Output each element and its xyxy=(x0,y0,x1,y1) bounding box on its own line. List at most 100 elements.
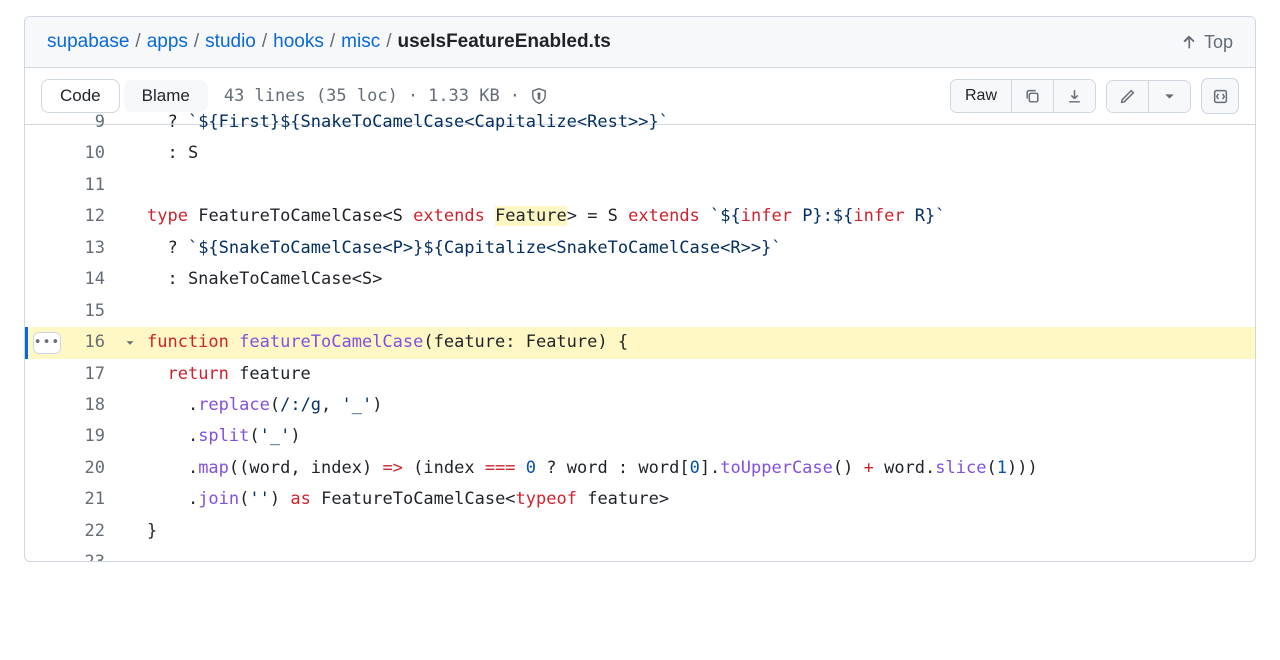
code-row: 17 return feature xyxy=(25,359,1255,390)
gutter-actions xyxy=(25,170,69,201)
code-area[interactable]: 9 ? `${First}${SnakeToCamelCase<Capitali… xyxy=(25,107,1255,561)
fold-gutter[interactable] xyxy=(119,327,141,358)
breadcrumb-link[interactable]: apps xyxy=(147,31,188,53)
code-content[interactable]: : SnakeToCamelCase<S> xyxy=(141,264,1255,295)
code-row: 21 .join('') as FeatureToCamelCase<typeo… xyxy=(25,484,1255,515)
line-number[interactable]: 18 xyxy=(69,390,119,421)
breadcrumb-bar: supabase / apps / studio / hooks / misc … xyxy=(25,17,1255,68)
fold-gutter xyxy=(119,264,141,295)
gutter-actions xyxy=(25,296,69,327)
breadcrumb-link[interactable]: supabase xyxy=(47,31,129,53)
breadcrumb: supabase / apps / studio / hooks / misc … xyxy=(47,31,611,53)
fold-gutter xyxy=(119,107,141,138)
breadcrumb-sep: / xyxy=(330,31,335,53)
shield-icon[interactable] xyxy=(530,87,548,105)
code-row: 16 function featureToCamelCase(feature: F… xyxy=(25,327,1255,358)
code-row: 14 : SnakeToCamelCase<S> xyxy=(25,264,1255,295)
breadcrumb-link[interactable]: hooks xyxy=(273,31,324,53)
code-content[interactable]: type FeatureToCamelCase<S extends Featur… xyxy=(141,201,1255,232)
line-number[interactable]: 19 xyxy=(69,421,119,452)
symbols-icon xyxy=(1212,88,1229,105)
breadcrumb-sep: / xyxy=(262,31,267,53)
line-number[interactable]: 15 xyxy=(69,296,119,327)
gutter-actions xyxy=(25,421,69,452)
top-link-label: Top xyxy=(1204,32,1233,53)
code-row: 9 ? `${First}${SnakeToCamelCase<Capitali… xyxy=(25,107,1255,138)
code-content[interactable] xyxy=(141,547,1255,561)
code-content[interactable]: .split('_') xyxy=(141,421,1255,452)
code-content[interactable] xyxy=(141,296,1255,327)
dot-sep: · xyxy=(408,86,418,106)
code-row: 20 .map((word, index) => (index === 0 ? … xyxy=(25,453,1255,484)
line-number[interactable]: 12 xyxy=(69,201,119,232)
code-row: 11 xyxy=(25,170,1255,201)
line-number[interactable]: 9 xyxy=(69,107,119,138)
line-number[interactable]: 11 xyxy=(69,170,119,201)
code-row: 18 .replace(/:/g, '_') xyxy=(25,390,1255,421)
gutter-actions xyxy=(25,233,69,264)
chevron-down-icon xyxy=(123,336,137,350)
file-lines: 43 lines (35 loc) xyxy=(224,86,398,106)
code-row: 13 ? `${SnakeToCamelCase<P>}${Capitalize… xyxy=(25,233,1255,264)
line-number[interactable]: 21 xyxy=(69,484,119,515)
code-content[interactable]: ? `${First}${SnakeToCamelCase<Capitalize… xyxy=(141,107,1255,138)
gutter-actions xyxy=(25,453,69,484)
code-content[interactable]: } xyxy=(141,516,1255,547)
code-row: 10 : S xyxy=(25,138,1255,169)
line-number[interactable]: 17 xyxy=(69,359,119,390)
code-content[interactable]: return feature xyxy=(141,359,1255,390)
line-number[interactable]: 10 xyxy=(69,138,119,169)
copy-icon xyxy=(1024,88,1041,105)
fold-gutter xyxy=(119,421,141,452)
gutter-actions xyxy=(25,516,69,547)
arrow-up-icon xyxy=(1180,33,1198,51)
line-number[interactable]: 13 xyxy=(69,233,119,264)
line-number[interactable]: 14 xyxy=(69,264,119,295)
gutter-actions xyxy=(25,547,69,561)
code-content[interactable]: : S xyxy=(141,138,1255,169)
gutter-actions xyxy=(25,484,69,515)
file-frame: supabase / apps / studio / hooks / misc … xyxy=(24,16,1256,562)
top-link[interactable]: Top xyxy=(1180,32,1233,53)
fold-gutter xyxy=(119,138,141,169)
code-content[interactable]: ? `${SnakeToCamelCase<P>}${Capitalize<Sn… xyxy=(141,233,1255,264)
code-row: 15 xyxy=(25,296,1255,327)
fold-gutter xyxy=(119,453,141,484)
gutter-actions xyxy=(25,390,69,421)
breadcrumb-sep: / xyxy=(135,31,140,53)
file-size: 1.33 KB xyxy=(428,86,500,106)
fold-gutter xyxy=(119,390,141,421)
code-content[interactable]: function featureToCamelCase(feature: Fea… xyxy=(141,327,1255,358)
fold-gutter xyxy=(119,484,141,515)
breadcrumb-link[interactable]: studio xyxy=(205,31,256,53)
code-row: 19 .split('_') xyxy=(25,421,1255,452)
download-icon xyxy=(1066,88,1083,105)
gutter-actions xyxy=(25,264,69,295)
line-menu-button[interactable] xyxy=(33,332,61,354)
code-content[interactable] xyxy=(141,170,1255,201)
fold-gutter xyxy=(119,547,141,561)
gutter-actions xyxy=(25,327,69,358)
fold-gutter xyxy=(119,170,141,201)
caret-down-icon xyxy=(1161,88,1178,105)
line-number[interactable]: 23 xyxy=(69,547,119,561)
fold-gutter xyxy=(119,359,141,390)
fold-gutter xyxy=(119,296,141,327)
breadcrumb-sep: / xyxy=(386,31,391,53)
code-content[interactable]: .map((word, index) => (index === 0 ? wor… xyxy=(141,453,1255,484)
code-row: 12 type FeatureToCamelCase<S extends Feat… xyxy=(25,201,1255,232)
fold-gutter xyxy=(119,516,141,547)
code-content[interactable]: .join('') as FeatureToCamelCase<typeof f… xyxy=(141,484,1255,515)
code-row: 23 xyxy=(25,547,1255,561)
highlight-bar xyxy=(25,327,28,358)
line-number[interactable]: 20 xyxy=(69,453,119,484)
gutter-actions xyxy=(25,138,69,169)
breadcrumb-link[interactable]: misc xyxy=(341,31,380,53)
line-number[interactable]: 16 xyxy=(69,327,119,358)
code-content[interactable]: .replace(/:/g, '_') xyxy=(141,390,1255,421)
line-number[interactable]: 22 xyxy=(69,516,119,547)
pencil-icon xyxy=(1119,88,1136,105)
gutter-actions xyxy=(25,359,69,390)
gutter-actions xyxy=(25,107,69,138)
gutter-actions xyxy=(25,201,69,232)
